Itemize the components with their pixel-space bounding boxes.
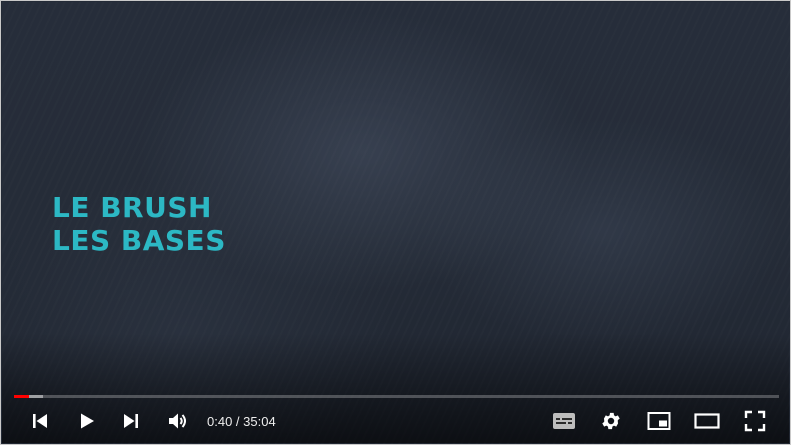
progress-played <box>14 395 29 398</box>
next-button[interactable] <box>113 403 149 439</box>
time-separator: / <box>232 413 244 429</box>
next-icon <box>124 414 138 428</box>
previous-button[interactable] <box>22 403 58 439</box>
title-line-2: LES BASES <box>52 224 226 257</box>
progress-bar[interactable] <box>14 395 779 398</box>
miniplayer-button[interactable] <box>641 403 677 439</box>
current-time: 0:40 <box>207 413 233 429</box>
settings-gear-icon <box>602 412 620 430</box>
previous-icon <box>33 414 47 428</box>
video-title-card: LE BRUSH LES BASES <box>52 191 226 257</box>
miniplayer-icon <box>647 412 671 430</box>
fullscreen-button[interactable] <box>737 403 773 439</box>
control-bar: 0:40 / 35:04 <box>14 403 779 439</box>
title-line-1: LE BRUSH <box>52 191 212 224</box>
play-button[interactable] <box>69 403 105 439</box>
play-icon <box>81 413 94 429</box>
subtitles-icon <box>553 413 575 429</box>
theater-mode-button[interactable] <box>689 403 725 439</box>
fullscreen-icon <box>744 410 766 432</box>
volume-button[interactable] <box>160 403 196 439</box>
volume-icon <box>169 413 186 429</box>
video-player[interactable]: LE BRUSH LES BASES 0:40 / 35:04 <box>0 0 791 445</box>
settings-button[interactable] <box>593 403 629 439</box>
subtitles-button[interactable] <box>546 403 582 439</box>
time-display: 0:40 / 35:04 <box>207 403 276 439</box>
theater-mode-icon <box>694 413 720 429</box>
duration: 35:04 <box>243 413 276 429</box>
